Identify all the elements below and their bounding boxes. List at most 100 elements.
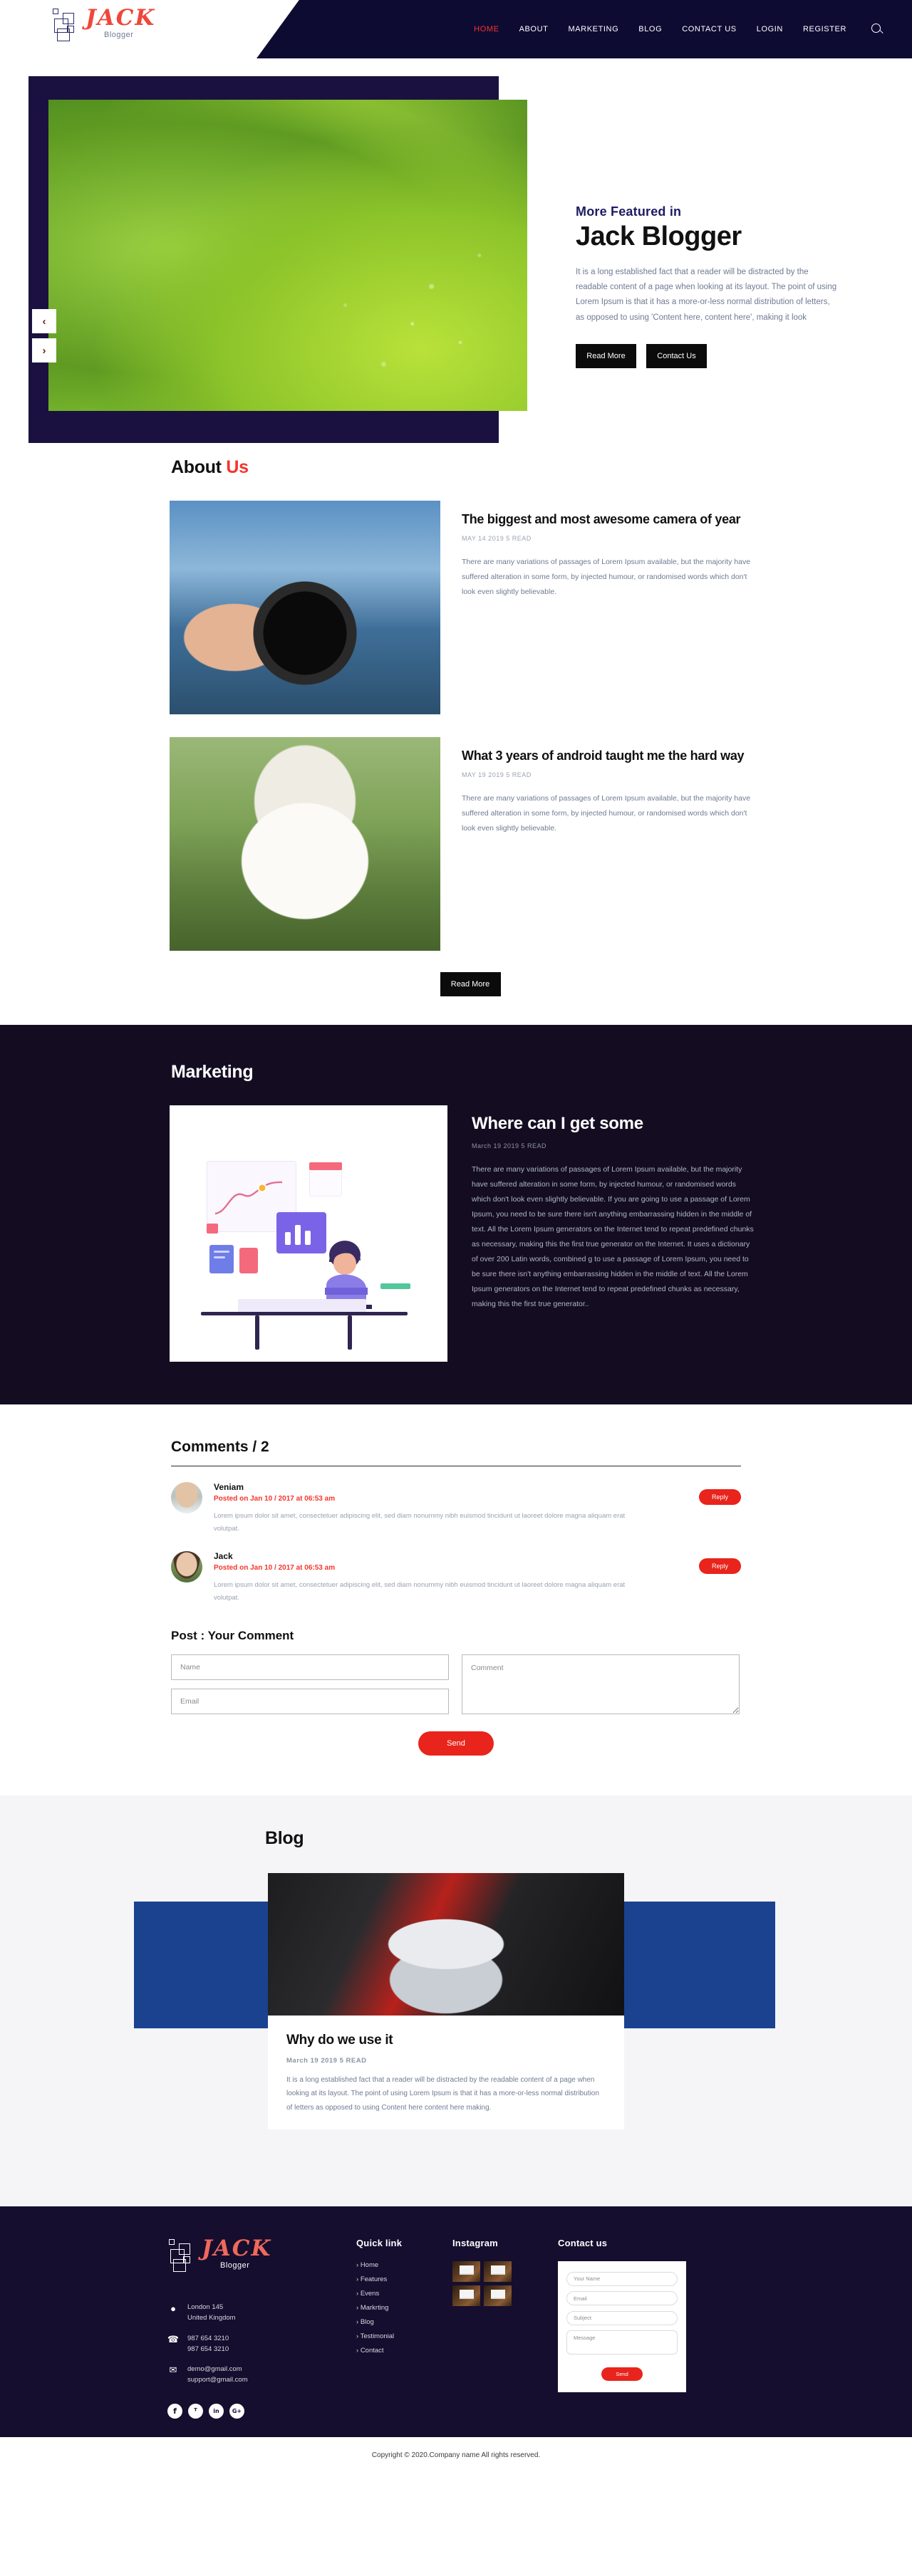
- comment-body: Veniam Posted on Jan 10 / 2017 at 06:53 …: [214, 1482, 741, 1535]
- about-post-row: The biggest and most awesome camera of y…: [0, 501, 912, 714]
- hero-read-more-button[interactable]: Read More: [576, 343, 636, 368]
- instagram-thumbnail[interactable]: [484, 2261, 512, 2283]
- reply-button[interactable]: Reply: [698, 1558, 741, 1575]
- footer-logo-text: JACK Blogger: [202, 2238, 271, 2270]
- about-post-copy: There are many variations of passages of…: [462, 558, 751, 597]
- hero-image-leaves: [48, 100, 527, 411]
- nav-item-home[interactable]: HOME: [474, 25, 499, 33]
- hero-contact-us-button[interactable]: Contact Us: [646, 343, 707, 368]
- logo-squares-icon: [51, 7, 83, 50]
- about-read-more-button[interactable]: Read More: [440, 972, 501, 996]
- hero-title: Jack Blogger: [576, 221, 742, 251]
- twitter-icon[interactable]: ᵀ: [188, 2404, 203, 2419]
- blog-section-title: Blog: [265, 1828, 304, 1849]
- site-logo[interactable]: JACK Blogger: [51, 7, 155, 50]
- footer-logo-tagline: Blogger: [220, 2261, 250, 2270]
- reply-button[interactable]: Reply: [698, 1489, 741, 1505]
- footer-brand-column: JACK Blogger ● London 145 United Kingdom…: [167, 2238, 356, 2419]
- email-input[interactable]: [171, 1689, 449, 1715]
- post-comment-heading: Post : Your Comment: [171, 1629, 294, 1643]
- nav-item-blog[interactable]: BLOG: [638, 25, 662, 33]
- comment-author: Veniam: [214, 1482, 244, 1492]
- footer-logo[interactable]: JACK Blogger: [167, 2238, 356, 2280]
- footer-subject-input[interactable]: [566, 2310, 678, 2325]
- nav-item-marketing[interactable]: MARKETING: [568, 25, 618, 33]
- footer-phone-2: 987 654 3210: [187, 2345, 229, 2353]
- avatar: [171, 1482, 202, 1513]
- instagram-thumbnail[interactable]: [452, 2285, 480, 2307]
- footer-email-text: demo@gmail.com support@gmail.com: [187, 2364, 248, 2385]
- comment-item: Veniam Posted on Jan 10 / 2017 at 06:53 …: [171, 1482, 741, 1535]
- footer-contact-form: Send: [558, 2261, 686, 2392]
- footer-link-features[interactable]: › Features: [356, 2275, 452, 2283]
- footer-email-input[interactable]: [566, 2291, 678, 2306]
- comment-send-button[interactable]: Send: [418, 1731, 494, 1756]
- footer-link-home[interactable]: › Home: [356, 2261, 452, 2269]
- comment-date: Posted on Jan 10 / 2017 at 06:53 am: [214, 1495, 336, 1503]
- slider-next-button[interactable]: ›: [32, 338, 56, 363]
- about-post-body: The biggest and most awesome camera of y…: [462, 501, 754, 600]
- footer-link-blog[interactable]: › Blog: [356, 2318, 452, 2326]
- blog-post-meta: March 19 2019 5 READ: [286, 2056, 367, 2065]
- instagram-thumbnail[interactable]: [484, 2285, 512, 2307]
- comment-body: Jack Posted on Jan 10 / 2017 at 06:53 am…: [214, 1551, 741, 1605]
- footer-email-1: demo@gmail.com: [187, 2364, 242, 2373]
- nav-item-contact-us[interactable]: CONTACT US: [682, 25, 737, 33]
- footer-link-markrting[interactable]: › Markrting: [356, 2304, 452, 2312]
- nav-item-about[interactable]: ABOUT: [519, 25, 549, 33]
- site-header: JACK Blogger HOME ABOUT MARKETING BLOG C…: [0, 0, 912, 58]
- footer-contact-title: Contact us: [558, 2238, 608, 2249]
- footer-phone-line: ☎ 987 654 3210 987 654 3210: [167, 2333, 356, 2355]
- hero-eyebrow: More Featured in: [576, 204, 682, 219]
- footer-address-text: London 145 United Kingdom: [187, 2303, 236, 2322]
- footer-link-evens[interactable]: › Evens: [356, 2290, 452, 2298]
- comment-date: Posted on Jan 10 / 2017 at 06:53 am: [214, 1564, 336, 1573]
- blog-section: Blog Why do we use it March 19 2019 5 RE…: [0, 1795, 912, 2207]
- blog-post-image-engine: [268, 1873, 624, 2022]
- footer-link-testimonial[interactable]: › Testimonial: [356, 2332, 452, 2340]
- slider-prev-button[interactable]: ‹: [32, 309, 56, 333]
- nav-item-register[interactable]: REGISTER: [803, 25, 846, 33]
- about-post-meta: MAY 19 2019 5 READ: [462, 771, 532, 779]
- about-post-title: What 3 years of android taught me the ha…: [462, 749, 745, 763]
- comment-form: [171, 1654, 741, 1715]
- linkedin-icon[interactable]: in: [209, 2404, 224, 2419]
- copyright-bar: Copyright © 2020.Company name All rights…: [0, 2437, 912, 2474]
- hero-section: ‹ › More Featured in Jack Blogger It is …: [0, 58, 912, 457]
- about-read-more-wrap: Read More: [0, 972, 912, 996]
- facebook-icon[interactable]: f: [167, 2404, 182, 2419]
- blog-stage: Why do we use it March 19 2019 5 READ It…: [0, 1867, 912, 2166]
- footer-quick-link-title: Quick link: [356, 2238, 403, 2249]
- phone-icon: ☎: [167, 2333, 180, 2345]
- google-plus-icon[interactable]: G+: [229, 2404, 244, 2419]
- comments-section: Comments / 2 Veniam Posted on Jan 10 / 2…: [0, 1404, 912, 1796]
- comments-inner: Comments / 2 Veniam Posted on Jan 10 / 2…: [0, 1439, 741, 1756]
- comment-textarea[interactable]: [462, 1654, 740, 1715]
- footer-name-input[interactable]: [566, 2271, 678, 2286]
- hero-slider-controls: ‹ ›: [32, 309, 56, 367]
- marketing-illustration: [170, 1105, 447, 1362]
- search-icon[interactable]: [871, 23, 884, 36]
- footer-email-line: ✉ demo@gmail.com support@gmail.com: [167, 2364, 356, 2385]
- blog-post-card[interactable]: Why do we use it March 19 2019 5 READ It…: [268, 2016, 624, 2130]
- logo-tagline: Blogger: [104, 31, 134, 39]
- envelope-icon: ✉: [169, 2364, 177, 2375]
- footer-message-textarea[interactable]: [566, 2330, 678, 2355]
- about-post-body: What 3 years of android taught me the ha…: [462, 737, 754, 836]
- footer-link-contact[interactable]: › Contact: [356, 2347, 452, 2355]
- comment-item: Jack Posted on Jan 10 / 2017 at 06:53 am…: [171, 1551, 741, 1605]
- marketing-post-body: Where can I get some March 19 2019 5 REA…: [472, 1105, 757, 1312]
- name-input[interactable]: [171, 1654, 449, 1681]
- comments-heading: Comments / 2: [171, 1439, 269, 1455]
- about-title-accent: Us: [226, 457, 249, 477]
- about-section: About Us The biggest and most awesome ca…: [0, 457, 912, 1025]
- nav-item-login[interactable]: LOGIN: [757, 25, 783, 33]
- footer-social-links: f ᵀ in G+: [167, 2404, 356, 2419]
- marketing-row: Where can I get some March 19 2019 5 REA…: [0, 1105, 912, 1362]
- instagram-thumbnail[interactable]: [452, 2261, 480, 2283]
- page-root: JACK Blogger HOME ABOUT MARKETING BLOG C…: [0, 0, 912, 2474]
- comment-send-wrap: Send: [171, 1731, 741, 1756]
- footer-send-button[interactable]: Send: [601, 2367, 643, 2381]
- main-navigation: HOME ABOUT MARKETING BLOG CONTACT US LOG…: [474, 0, 884, 58]
- footer-address-line: ● London 145 United Kingdom: [167, 2302, 356, 2323]
